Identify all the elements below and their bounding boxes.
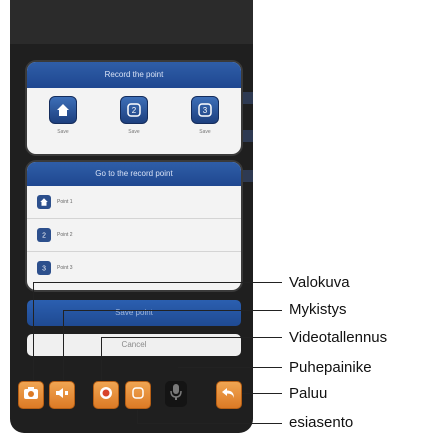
preset-icon <box>130 385 146 406</box>
list-item[interactable]: Point 1 <box>27 186 241 219</box>
list-item[interactable]: 3 Point 3 <box>27 252 241 284</box>
callout-line <box>101 337 102 380</box>
callout-line <box>137 410 138 424</box>
goto-point-panel: Go to the record point Point 1 2 Point 2… <box>27 162 241 290</box>
preset-button[interactable] <box>125 381 151 409</box>
back-button[interactable] <box>216 381 242 409</box>
snapshot-button[interactable] <box>18 381 44 409</box>
bottom-toolbar <box>10 376 253 412</box>
callout-preset: esiasento <box>289 414 354 431</box>
callout-line <box>63 310 282 311</box>
record-slot-1-button[interactable]: Save <box>41 96 85 135</box>
callout-line <box>33 282 282 283</box>
callout-back: Paluu <box>289 385 328 402</box>
record-slot-label: Save <box>128 129 140 135</box>
speaker-mute-icon <box>54 386 70 405</box>
record-slot-label: Save <box>199 129 211 135</box>
record-point-panel: Record the point Save 2 Save 3 Save <box>27 62 241 154</box>
svg-text:3: 3 <box>203 106 208 115</box>
callout-mute: Mykistys <box>289 301 347 318</box>
list-item-label: Point 1 <box>57 199 73 205</box>
slot-3-icon: 3 <box>37 261 51 275</box>
list-item-label: Point 2 <box>57 232 73 238</box>
home-icon <box>49 96 77 124</box>
goto-panel-title: Go to the record point <box>27 162 241 186</box>
callout-line <box>63 310 64 380</box>
svg-text:2: 2 <box>42 233 46 240</box>
record-panel-title: Record the point <box>27 62 241 88</box>
record-icon <box>98 385 114 406</box>
callout-line <box>178 367 282 368</box>
camera-icon <box>23 386 39 405</box>
record-slot-label: Save <box>57 129 69 135</box>
callout-line <box>33 282 34 380</box>
callout-record-video: Videotallennus <box>289 329 388 346</box>
save-point-button[interactable]: Save point <box>27 300 241 326</box>
record-slot-2-button[interactable]: 2 Save <box>112 96 156 135</box>
record-slot-3-button[interactable]: 3 Save <box>183 96 227 135</box>
home-icon <box>37 195 51 209</box>
slot-2-icon: 2 <box>120 96 148 124</box>
svg-text:3: 3 <box>42 266 46 273</box>
svg-text:2: 2 <box>132 106 137 115</box>
slot-2-icon: 2 <box>37 228 51 242</box>
top-bar <box>10 0 253 44</box>
callout-line <box>137 423 282 424</box>
mute-button[interactable] <box>49 381 75 409</box>
list-item[interactable]: 2 Point 2 <box>27 219 241 252</box>
callout-line <box>242 393 282 394</box>
back-arrow-icon <box>221 386 237 405</box>
callout-push-to-talk: Puhepainike <box>289 359 372 376</box>
record-video-button[interactable] <box>93 381 119 409</box>
callout-line <box>101 337 282 338</box>
push-to-talk-button[interactable] <box>165 381 187 407</box>
slot-3-icon: 3 <box>191 96 219 124</box>
microphone-icon <box>168 383 184 406</box>
phone-screen: Record the point Save 2 Save 3 Save Go t… <box>10 0 253 433</box>
list-item-label: Point 3 <box>57 265 73 271</box>
callout-snapshot: Valokuva <box>289 274 350 291</box>
